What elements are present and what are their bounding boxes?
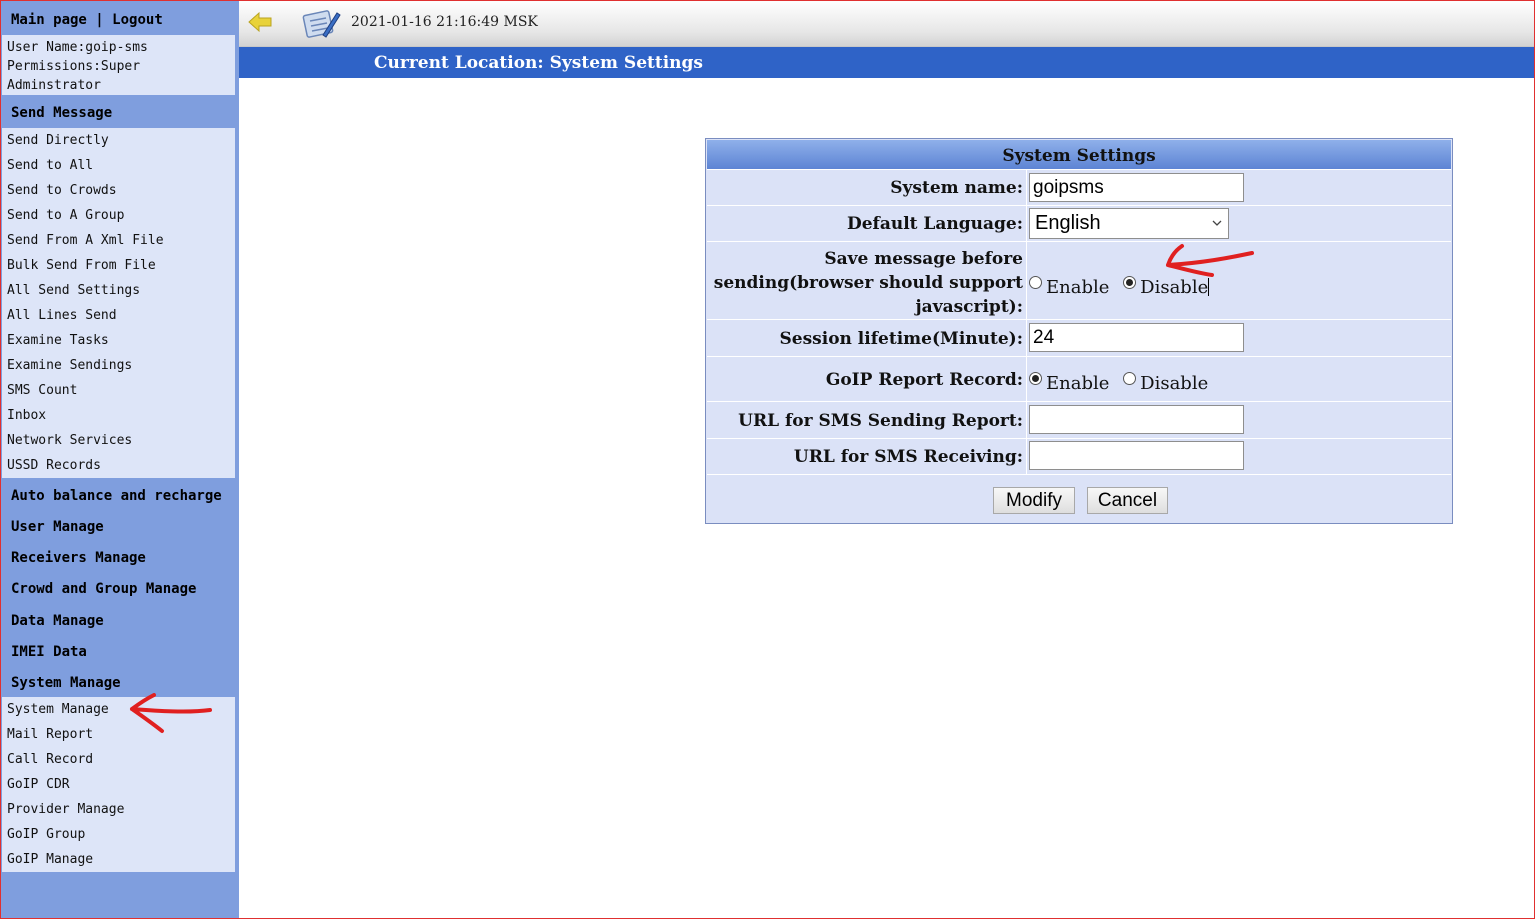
send-message-submenu: Send Directly Send to All Send to Crowds Se… [2,128,235,478]
sidebar-item-network-services[interactable]: Network Services [2,428,235,453]
send-message-header[interactable]: Send Message [1,105,239,121]
sidebar-item-examine-tasks[interactable]: Examine Tasks [2,328,235,353]
sidebar-item-all-send-settings[interactable]: All Send Settings [2,278,235,303]
top-bar: 2021-01-16 21:16:49 MSK [239,1,1534,47]
auto-balance-header[interactable]: Auto balance and recharge [1,488,239,504]
url-sending-report-row: URL for SMS Sending Report: [707,401,1451,438]
sidebar-item-bulk-send-from-file[interactable]: Bulk Send From File [2,253,235,278]
user-info-panel: User Name:goip-sms Permissions:Super Adm… [2,35,235,95]
save-message-label: Save message before sending(browser shou… [713,249,1023,317]
default-language-label: Default Language: [846,214,1023,234]
url-receiving-label: URL for SMS Receiving: [793,447,1023,467]
sidebar-item-goip-cdr[interactable]: GoIP CDR [2,772,235,797]
sidebar-item-inbox[interactable]: Inbox [2,403,235,428]
current-datetime: 2021-01-16 21:16:49 MSK [351,14,538,30]
goip-report-row: GoIP Report Record: Enable Disable [707,356,1451,401]
cancel-button[interactable]: Cancel [1087,487,1168,514]
sidebar-item-send-to-a-group[interactable]: Send to A Group [2,203,235,228]
sidebar-item-call-record[interactable]: Call Record [2,747,235,772]
imei-data-header[interactable]: IMEI Data [1,644,239,660]
top-links: Main page | Logout [1,12,239,28]
sidebar-item-goip-group[interactable]: GoIP Group [2,822,235,847]
url-sending-report-label: URL for SMS Sending Report: [738,411,1023,431]
notepad-icon [302,10,341,38]
receivers-manage-header[interactable]: Receivers Manage [1,550,239,566]
sidebar-item-send-to-crowds[interactable]: Send to Crowds [2,178,235,203]
location-bar: Current Location: System Settings [239,47,1534,78]
sidebar-item-goip-manage[interactable]: GoIP Manage [2,847,235,872]
form-buttons-row: Modify Cancel [707,474,1451,523]
save-message-enable-label: Enable [1046,277,1110,298]
sidebar-item-send-directly[interactable]: Send Directly [2,128,235,153]
main-page-link[interactable]: Main page [11,12,87,28]
permissions: Permissions:Super Adminstrator [7,59,141,93]
session-lifetime-row: Session lifetime(Minute): 24 [707,319,1451,356]
system-name-input[interactable]: goipsms [1029,173,1244,202]
goip-report-label: GoIP Report Record: [825,370,1023,390]
save-message-disable-radio[interactable] [1123,276,1137,289]
language-selected-value: English [1035,212,1101,234]
link-separator: | [95,12,104,28]
goip-report-enable-label: Enable [1046,373,1110,394]
session-lifetime-label: Session lifetime(Minute): [779,329,1024,349]
user-manage-header[interactable]: User Manage [1,519,239,535]
goip-report-disable-label: Disable [1140,373,1209,394]
logout-link[interactable]: Logout [112,12,163,28]
goip-report-disable-radio[interactable] [1123,372,1137,385]
data-manage-header[interactable]: Data Manage [1,613,239,629]
save-message-enable-radio[interactable] [1029,276,1042,289]
crowd-group-manage-header[interactable]: Crowd and Group Manage [1,581,239,597]
user-name: User Name:goip-sms [7,40,148,55]
modify-button[interactable]: Modify [993,487,1075,514]
current-location: Current Location: System Settings [374,53,703,73]
goip-report-radio-group: Enable Disable [1029,372,1208,394]
language-select[interactable]: English [1029,208,1229,239]
sidebar-item-all-lines-send[interactable]: All Lines Send [2,303,235,328]
session-lifetime-input[interactable]: 24 [1029,323,1244,352]
save-message-row: Save message before sending(browser shou… [707,241,1451,319]
sidebar-item-examine-sendings[interactable]: Examine Sendings [2,353,235,378]
url-sending-report-input[interactable] [1029,405,1244,434]
form-title: System Settings [707,140,1451,169]
sidebar: Main page | Logout User Name:goip-sms Pe… [1,1,239,918]
system-manage-header[interactable]: System Manage [1,675,239,691]
system-settings-form: System Settings System name: goipsms Def… [705,138,1453,524]
chevron-down-icon [1212,220,1222,226]
annotation-arrow-sidebar [130,693,212,733]
system-name-label: System name: [890,178,1023,198]
default-language-row: Default Language: English [707,205,1451,241]
sidebar-item-ussd-records[interactable]: USSD Records [2,453,235,478]
goip-report-enable-radio[interactable] [1029,372,1042,385]
sidebar-item-provider-manage[interactable]: Provider Manage [2,797,235,822]
back-arrow-icon[interactable] [247,11,273,33]
sidebar-item-sms-count[interactable]: SMS Count [2,378,235,403]
annotation-arrow-form [1166,244,1254,277]
sidebar-item-send-from-a-xml-file[interactable]: Send From A Xml File [2,228,235,253]
sidebar-item-send-to-all[interactable]: Send to All [2,153,235,178]
url-receiving-input[interactable] [1029,441,1244,470]
system-name-row: System name: goipsms [707,169,1451,205]
url-receiving-row: URL for SMS Receiving: [707,438,1451,474]
